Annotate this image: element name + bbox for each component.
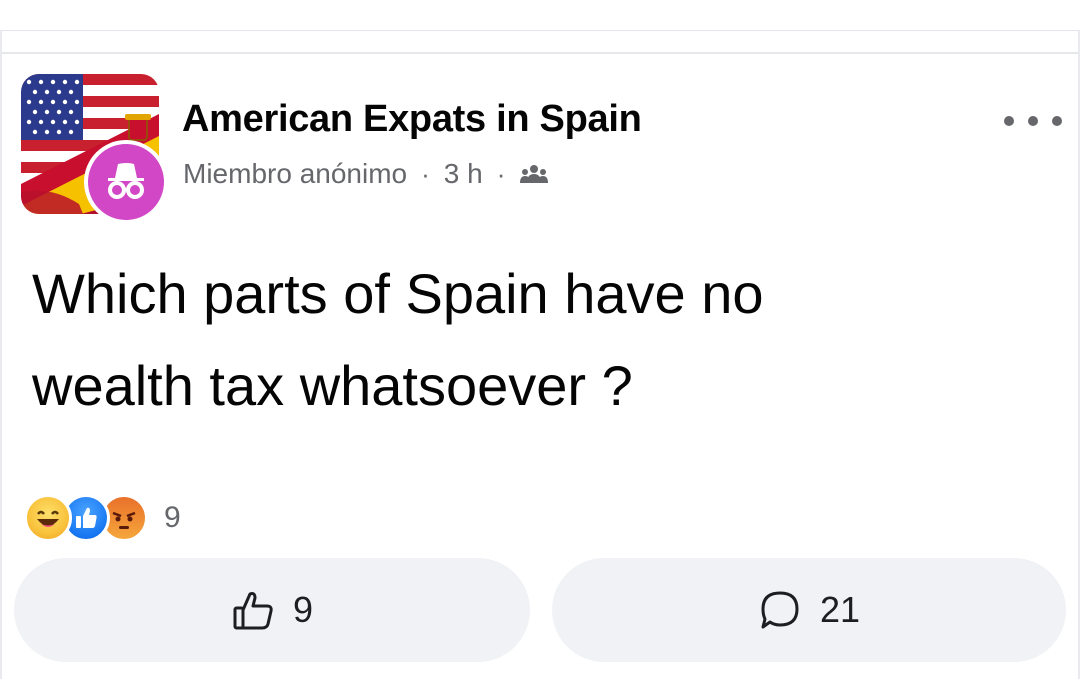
post-time[interactable]: 3 h xyxy=(444,158,483,190)
previous-post-edge xyxy=(0,0,1080,31)
incognito-icon xyxy=(108,163,144,199)
dot-icon xyxy=(1028,116,1038,126)
reactions-summary[interactable]: 9 xyxy=(24,492,181,544)
dot-icon xyxy=(1004,116,1014,126)
like-count: 9 xyxy=(292,589,314,630)
card-left-border xyxy=(0,30,2,679)
anonymous-member-avatar[interactable] xyxy=(84,140,168,224)
haha-reaction-icon xyxy=(24,494,72,542)
group-audience-icon xyxy=(519,163,549,185)
reaction-count: 9 xyxy=(164,501,181,534)
group-name[interactable]: American Expats in Spain xyxy=(182,98,642,141)
like-button[interactable]: 9 xyxy=(14,558,530,662)
dot-icon xyxy=(1052,116,1062,126)
post-card: American Expats in Spain Miembro anónimo… xyxy=(0,0,1080,679)
comment-bubble-icon xyxy=(761,591,799,629)
meta-separator: · xyxy=(496,158,506,189)
author-name[interactable]: Miembro anónimo xyxy=(183,158,407,190)
post-text: Which parts of Spain have no wealth tax … xyxy=(32,248,1042,432)
divider xyxy=(0,52,1080,54)
comment-button[interactable]: 21 xyxy=(552,558,1066,662)
meta-separator: · xyxy=(421,158,430,189)
post-text-line: wealth tax whatsoever ? xyxy=(32,354,633,417)
comment-count: 21 xyxy=(819,589,861,630)
post-text-line: Which parts of Spain have no xyxy=(32,262,764,325)
more-options-button[interactable] xyxy=(1004,104,1062,138)
thumbs-up-icon xyxy=(233,592,273,630)
post-meta: Miembro anónimo · 3 h · xyxy=(183,158,549,190)
